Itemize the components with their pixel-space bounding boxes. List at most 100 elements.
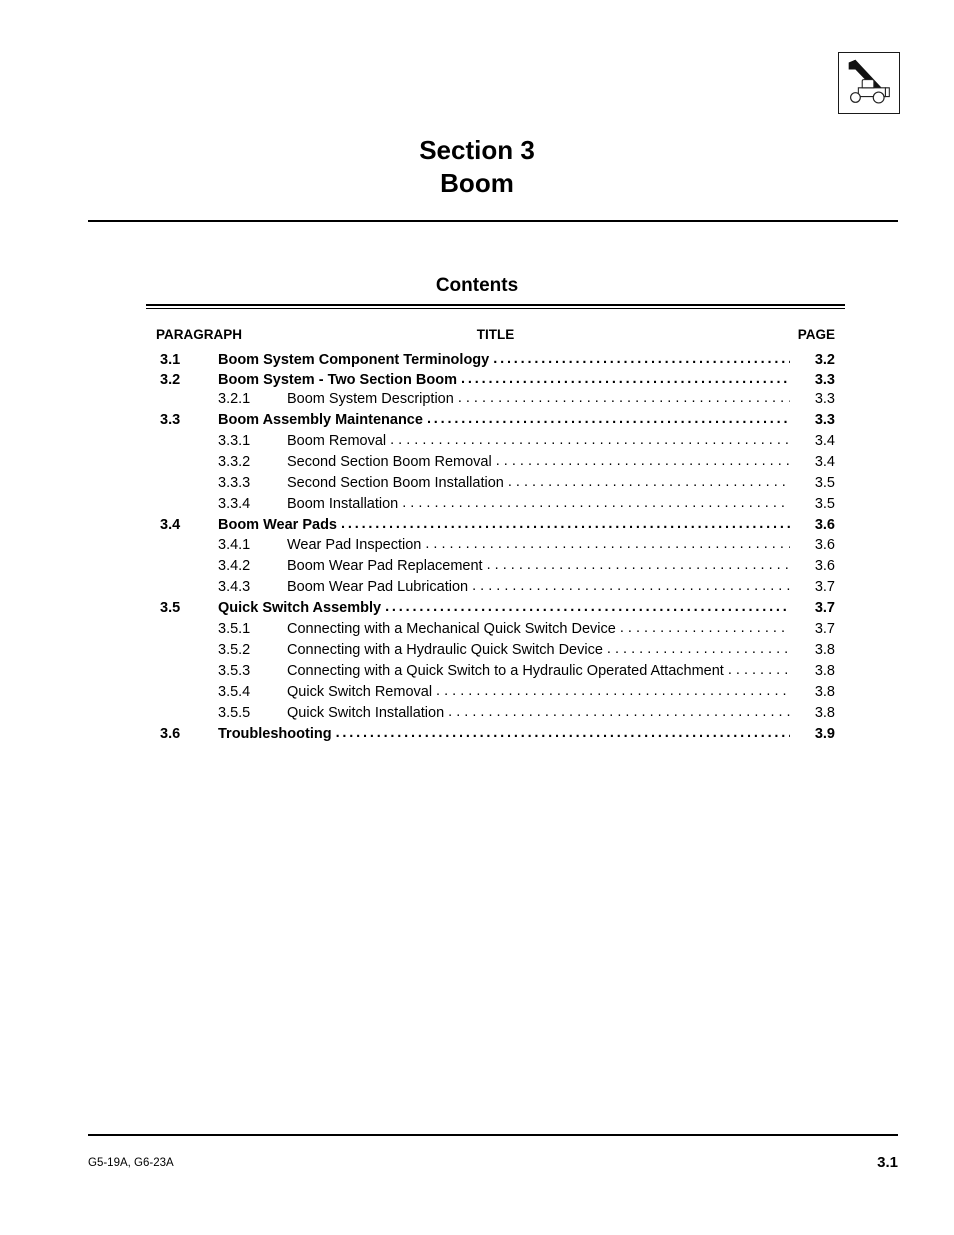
- toc-entry-title: Troubleshooting: [218, 725, 332, 742]
- toc-entry-title: Boom Assembly Maintenance: [218, 412, 423, 428]
- toc-entry-title: Connecting with a Hydraulic Quick Switch…: [287, 641, 603, 658]
- toc-entry-title: Boom Wear Pad Lubrication: [287, 579, 469, 595]
- section-name-line: Boom: [440, 168, 514, 198]
- toc-entry-number: 3.6: [160, 725, 181, 742]
- toc-entry[interactable]: 3.3.4 Boom Installation 3.5: [146, 496, 845, 517]
- toc-entry-number: 3.4.2: [218, 558, 251, 574]
- toc-entry[interactable]: 3.5.4 Quick Switch Removal 3.8: [146, 684, 845, 705]
- toc-entry[interactable]: 3.3 Boom Assembly Maintenance 3.3: [146, 412, 845, 433]
- toc-dot-leader: [487, 558, 790, 573]
- toc-entry-page: 3.3: [814, 391, 835, 407]
- toc-entry[interactable]: 3.5.3 Connecting with a Quick Switch to a…: [146, 663, 845, 684]
- toc-entry-number: 3.3.2: [218, 453, 251, 470]
- toc-entry-title: Connecting with a Quick Switch to a Hydr…: [287, 662, 724, 679]
- toc-entry-number: 3.4.1: [218, 537, 251, 553]
- toc-entry[interactable]: 3.4.2 Boom Wear Pad Replacement 3.6: [146, 558, 845, 579]
- toc-entry-number: 3.3.1: [218, 432, 251, 449]
- toc-dot-leader: [402, 496, 790, 511]
- toc-entry[interactable]: 3.3.3 Second Section Boom Installation 3.5: [146, 475, 845, 496]
- toc-entry-title: Boom Wear Pads: [218, 516, 337, 533]
- toc-entry-page: 3.6: [814, 537, 835, 553]
- toc-entry-title: Boom System Description: [287, 391, 454, 407]
- page-title: Section 3 Boom: [0, 134, 954, 200]
- toc-dot-leader: [461, 372, 790, 387]
- toc-entry-title: Wear Pad Inspection: [287, 537, 422, 553]
- toc-dot-leader: [458, 391, 790, 406]
- toc-entry-page: 3.8: [814, 662, 835, 679]
- toc-entry-page: 3.8: [814, 704, 835, 721]
- toc-entry-number: 3.3: [160, 412, 181, 428]
- toc-dot-leader: [390, 433, 790, 448]
- toc-entry-title: Second Section Boom Removal: [287, 453, 492, 470]
- toc-dot-leader: [425, 537, 790, 552]
- title-divider: [88, 220, 898, 222]
- column-header-title: TITLE: [476, 327, 515, 342]
- toc-entry[interactable]: 3.5 Quick Switch Assembly 3.7: [146, 600, 845, 621]
- toc-entry-page: 3.3: [814, 412, 835, 428]
- toc-entry-page: 3.6: [814, 558, 835, 574]
- toc-entry-title: Boom Wear Pad Replacement: [287, 558, 483, 574]
- toc-entry-page: 3.6: [814, 516, 835, 533]
- toc-entry-number: 3.4.3: [218, 579, 251, 595]
- toc-entry-number: 3.5.2: [218, 641, 251, 658]
- toc-entry-page: 3.4: [814, 453, 835, 470]
- table-of-contents: 3.1Boom System Component Terminology3.23…: [146, 352, 845, 746]
- contents-heading: Contents: [435, 275, 519, 296]
- toc-dot-leader: [341, 517, 790, 532]
- document-page: Section 3 Boom Contents PARAGRAPH TITLE …: [0, 0, 954, 1235]
- contents-column-headers: PARAGRAPH TITLE PAGE: [146, 327, 845, 343]
- toc-dot-leader: [493, 352, 790, 367]
- toc-entry[interactable]: 3.5.1 Connecting with a Mechanical Quick …: [146, 621, 845, 642]
- toc-entry-number: 3.5: [160, 600, 181, 616]
- toc-dot-leader: [336, 726, 790, 741]
- toc-entry-page: 3.8: [814, 683, 835, 700]
- toc-entry[interactable]: 3.5.5 Quick Switch Installation 3.8: [146, 705, 845, 726]
- toc-entry-title: Boom System - Two Section Boom: [218, 371, 458, 388]
- toc-entry[interactable]: 3.4.3 Boom Wear Pad Lubrication 3.7: [146, 579, 845, 600]
- toc-dot-leader: [496, 454, 790, 469]
- toc-entry-page: 3.4: [814, 432, 835, 449]
- toc-entry-page: 3.7: [814, 579, 835, 595]
- toc-entry-page: 3.3: [814, 371, 835, 388]
- toc-entry[interactable]: 3.1 Boom System Component Terminology 3.2: [146, 352, 845, 372]
- document-code: G5-19A, G6-23A: [88, 1157, 174, 1169]
- toc-entry[interactable]: 3.4 Boom Wear Pads 3.6: [146, 517, 845, 538]
- toc-entry-number: 3.3.3: [218, 474, 251, 491]
- toc-entry[interactable]: 3.4.1 Wear Pad Inspection 3.6: [146, 537, 845, 558]
- toc-entry-number: 3.2: [160, 371, 181, 388]
- toc-entry[interactable]: 3.6 Troubleshooting 3.9: [146, 726, 845, 747]
- toc-entry-number: 3.5.3: [218, 662, 251, 679]
- toc-entry-title: Boom Removal: [287, 432, 387, 449]
- toc-dot-leader: [436, 684, 790, 699]
- toc-entry-title: Boom Installation: [287, 495, 399, 512]
- page-folio: 3.1: [877, 1154, 898, 1171]
- toc-entry-page: 3.2: [814, 352, 835, 368]
- toc-entry-page: 3.7: [814, 600, 835, 616]
- toc-entry[interactable]: 3.2.1 Boom System Description 3.3: [146, 391, 845, 412]
- toc-entry-title: Boom System Component Terminology: [218, 352, 490, 368]
- toc-entry-page: 3.5: [814, 495, 835, 512]
- toc-entry-page: 3.9: [814, 725, 835, 742]
- toc-entry-number: 3.5.5: [218, 704, 251, 721]
- toc-dot-leader: [427, 412, 790, 427]
- toc-entry-number: 3.4: [160, 516, 181, 533]
- toc-dot-leader: [472, 579, 790, 594]
- toc-entry-number: 3.3.4: [218, 495, 251, 512]
- page-footer: G5-19A, G6-23A 3.1: [88, 1154, 898, 1175]
- toc-entry-page: 3.7: [814, 620, 835, 637]
- column-header-page: PAGE: [797, 327, 835, 342]
- toc-entry[interactable]: 3.3.2 Second Section Boom Removal 3.4: [146, 454, 845, 475]
- toc-entry[interactable]: 3.5.2 Connecting with a Hydraulic Quick S…: [146, 642, 845, 663]
- footer-divider: [88, 1134, 898, 1136]
- contents-double-rule: [146, 304, 845, 309]
- toc-entry-number: 3.5.1: [218, 620, 251, 637]
- toc-entry-title: Connecting with a Mechanical Quick Switc…: [287, 620, 616, 637]
- toc-entry[interactable]: 3.3.1 Boom Removal 3.4: [146, 433, 845, 454]
- toc-entry-page: 3.8: [814, 641, 835, 658]
- toc-dot-leader: [728, 663, 790, 678]
- toc-dot-leader: [508, 475, 790, 490]
- telehandler-boom-icon: [838, 52, 900, 114]
- toc-entry[interactable]: 3.2 Boom System - Two Section Boom 3.3: [146, 372, 845, 392]
- toc-dot-leader: [385, 600, 790, 615]
- toc-entry-title: Quick Switch Installation: [287, 704, 445, 721]
